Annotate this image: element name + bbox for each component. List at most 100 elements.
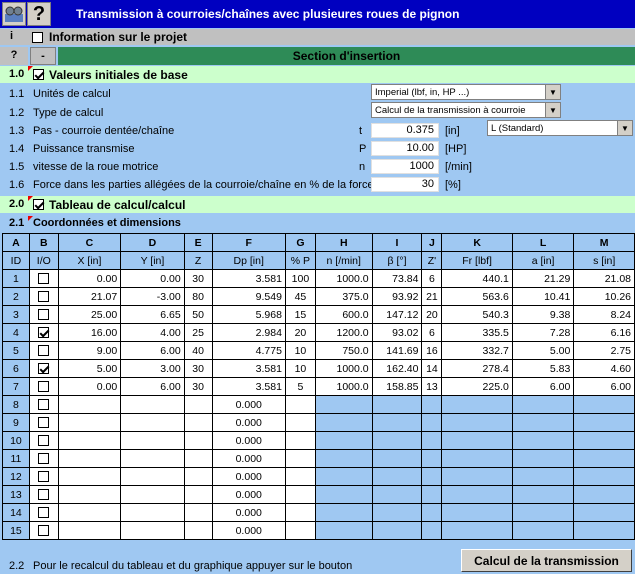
cell-y[interactable]: 6.00 xyxy=(120,377,185,396)
project-info-checkbox[interactable] xyxy=(32,31,43,43)
cell-z[interactable]: 25 xyxy=(183,323,213,342)
cell-x[interactable]: 0.00 xyxy=(57,269,122,288)
cell-beta[interactable]: 93.02 xyxy=(371,323,423,342)
io-checkbox[interactable] xyxy=(38,381,50,393)
cell-z[interactable] xyxy=(183,395,213,414)
cell-p[interactable] xyxy=(284,467,316,486)
calc-type-select[interactable]: Calcul de la transmission à courroie ▼ xyxy=(371,102,561,118)
cell-z[interactable]: 50 xyxy=(183,305,213,324)
cell-fr[interactable]: 332.7 xyxy=(441,341,513,360)
cell-z[interactable] xyxy=(183,449,213,468)
cell-s[interactable]: 10.26 xyxy=(573,287,635,306)
section-1-checkbox[interactable] xyxy=(33,68,44,80)
cell-x[interactable] xyxy=(57,485,122,504)
cell-z[interactable] xyxy=(183,413,213,432)
cell-fr[interactable]: 225.0 xyxy=(441,377,513,396)
cell-dp[interactable]: 9.549 xyxy=(211,287,286,306)
io-checkbox[interactable] xyxy=(38,309,50,321)
cell-n[interactable]: 1000.0 xyxy=(314,359,373,378)
cell-x[interactable]: 25.00 xyxy=(57,305,122,324)
cell-dp[interactable]: 3.581 xyxy=(211,269,286,288)
cell-p[interactable]: 5 xyxy=(284,377,316,396)
cell-a[interactable]: 5.83 xyxy=(511,359,575,378)
chevron-down-icon[interactable]: ▼ xyxy=(545,103,560,117)
force-percent-input[interactable]: 30 xyxy=(371,177,439,192)
cell-p[interactable] xyxy=(284,395,316,414)
cell-z2[interactable]: 13 xyxy=(421,377,443,396)
cell-n[interactable]: 375.0 xyxy=(314,287,373,306)
cell-z2[interactable]: 6 xyxy=(421,323,443,342)
cell-p[interactable] xyxy=(284,413,316,432)
cell-z[interactable]: 40 xyxy=(183,341,213,360)
cell-beta[interactable]: 162.40 xyxy=(371,359,423,378)
calculate-button[interactable]: Calcul de la transmission xyxy=(461,549,632,572)
cell-s[interactable]: 6.16 xyxy=(573,323,635,342)
cell-beta[interactable]: 158.85 xyxy=(371,377,423,396)
io-checkbox[interactable] xyxy=(38,363,50,375)
io-checkbox[interactable] xyxy=(38,417,50,429)
cell-x[interactable] xyxy=(57,503,122,522)
collapse-button[interactable]: - xyxy=(30,47,56,65)
cell-y[interactable] xyxy=(120,503,185,522)
cell-dp[interactable]: 2.984 xyxy=(211,323,286,342)
project-info-row[interactable]: i Information sur le projet xyxy=(0,29,635,45)
cell-x[interactable]: 21.07 xyxy=(57,287,122,306)
section-1-header[interactable]: 1.0 Valeurs initiales de base xyxy=(0,66,635,83)
cell-n[interactable]: 750.0 xyxy=(314,341,373,360)
cell-z[interactable]: 30 xyxy=(183,359,213,378)
insert-help-button[interactable]: ? xyxy=(0,47,28,65)
cell-x[interactable] xyxy=(57,449,122,468)
io-checkbox[interactable] xyxy=(38,489,50,501)
cell-beta[interactable]: 141.69 xyxy=(371,341,423,360)
cell-n[interactable]: 600.0 xyxy=(314,305,373,324)
cell-y[interactable]: 0.00 xyxy=(120,269,185,288)
cell-y[interactable] xyxy=(120,395,185,414)
cell-y[interactable]: 4.00 xyxy=(120,323,185,342)
cell-p[interactable]: 10 xyxy=(284,341,316,360)
cell-a[interactable]: 21.29 xyxy=(511,269,575,288)
cell-p[interactable] xyxy=(284,485,316,504)
app-icon[interactable] xyxy=(2,2,26,26)
cell-fr[interactable]: 278.4 xyxy=(441,359,513,378)
cell-a[interactable]: 6.00 xyxy=(511,377,575,396)
cell-a[interactable]: 10.41 xyxy=(511,287,575,306)
cell-beta[interactable]: 73.84 xyxy=(371,269,423,288)
cell-n[interactable]: 1000.0 xyxy=(314,377,373,396)
power-input[interactable]: 10.00 xyxy=(371,141,439,156)
cell-y[interactable] xyxy=(120,449,185,468)
cell-y[interactable]: 6.65 xyxy=(120,305,185,324)
io-checkbox[interactable] xyxy=(38,471,50,483)
io-checkbox[interactable] xyxy=(38,435,50,447)
cell-s[interactable]: 2.75 xyxy=(573,341,635,360)
cell-y[interactable] xyxy=(120,467,185,486)
cell-a[interactable]: 5.00 xyxy=(511,341,575,360)
cell-dp[interactable]: 5.968 xyxy=(211,305,286,324)
io-checkbox[interactable] xyxy=(38,273,50,285)
cell-p[interactable]: 100 xyxy=(284,269,316,288)
cell-z[interactable]: 30 xyxy=(183,377,213,396)
cell-fr[interactable]: 563.6 xyxy=(441,287,513,306)
cell-p[interactable] xyxy=(284,449,316,468)
cell-y[interactable]: 6.00 xyxy=(120,341,185,360)
cell-z[interactable] xyxy=(183,431,213,450)
cell-x[interactable] xyxy=(57,395,122,414)
cell-y[interactable]: 3.00 xyxy=(120,359,185,378)
cell-p[interactable] xyxy=(284,431,316,450)
cell-y[interactable]: -3.00 xyxy=(120,287,185,306)
cell-z2[interactable]: 6 xyxy=(421,269,443,288)
cell-p[interactable] xyxy=(284,503,316,522)
cell-x[interactable]: 9.00 xyxy=(57,341,122,360)
cell-z2[interactable]: 20 xyxy=(421,305,443,324)
cell-n[interactable]: 1000.0 xyxy=(314,269,373,288)
cell-x[interactable]: 16.00 xyxy=(57,323,122,342)
cell-beta[interactable]: 147.12 xyxy=(371,305,423,324)
cell-z2[interactable]: 14 xyxy=(421,359,443,378)
cell-x[interactable] xyxy=(57,467,122,486)
cell-n[interactable]: 1200.0 xyxy=(314,323,373,342)
cell-z[interactable] xyxy=(183,467,213,486)
cell-s[interactable]: 4.60 xyxy=(573,359,635,378)
cell-z[interactable] xyxy=(183,521,213,540)
io-checkbox[interactable] xyxy=(38,453,50,465)
cell-a[interactable]: 9.38 xyxy=(511,305,575,324)
cell-y[interactable] xyxy=(120,485,185,504)
